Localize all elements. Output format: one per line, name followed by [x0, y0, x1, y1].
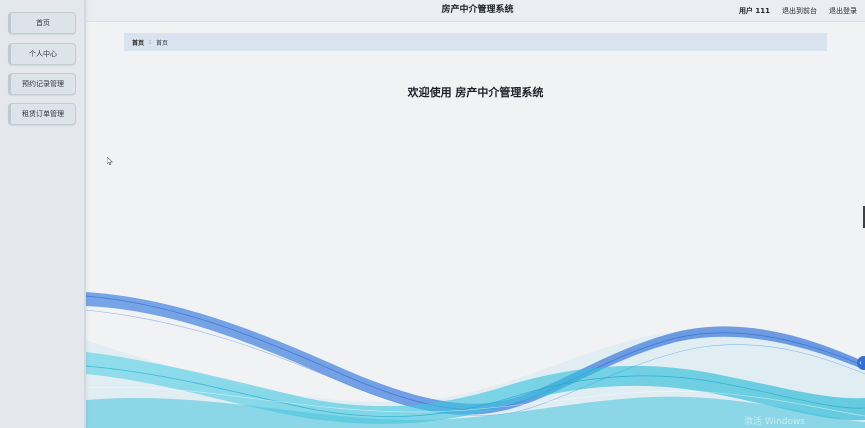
- sidebar-item-label: 租赁订单管理: [22, 110, 64, 118]
- breadcrumb-separator: ⁝: [149, 38, 151, 46]
- header-actions: 用户 111 退出到前台 退出登录: [739, 0, 857, 21]
- sidebar-item-label: 预约记录管理: [22, 80, 64, 88]
- logout-link[interactable]: 退出登录: [829, 6, 857, 16]
- windows-activation-watermark: 激活 Windows: [744, 417, 806, 427]
- exit-to-frontend-link[interactable]: 退出到前台: [782, 6, 817, 16]
- sidebar-item-appointment-records[interactable]: 预约记录管理: [8, 73, 76, 95]
- chevron-left-icon[interactable]: ‹: [857, 356, 865, 370]
- sidebar: 首页 个人中心 预约记录管理 租赁订单管理: [0, 0, 86, 428]
- app-window: 首页 个人中心 预约记录管理 租赁订单管理 房产中介管理系统 用户 111 退出…: [0, 0, 865, 428]
- decorative-waves: [86, 292, 865, 428]
- breadcrumb-current: 首页: [155, 39, 168, 47]
- welcome-heading: 欢迎使用 房产中介管理系统: [407, 86, 544, 99]
- sidebar-item-rental-orders[interactable]: 租赁订单管理: [8, 103, 76, 125]
- breadcrumb: 首页 ⁝ 首页: [124, 33, 827, 51]
- user-label: 用户 111: [738, 6, 770, 15]
- top-header: 房产中介管理系统 用户 111 退出到前台 退出登录: [86, 0, 865, 22]
- breadcrumb-root[interactable]: 首页: [132, 38, 144, 47]
- sidebar-item-label: 个人中心: [29, 50, 57, 58]
- sidebar-item-home[interactable]: 首页: [8, 12, 76, 34]
- sidebar-item-personal-center[interactable]: 个人中心: [8, 43, 76, 65]
- mouse-cursor-icon: [107, 157, 113, 165]
- sidebar-item-label: 首页: [36, 19, 50, 27]
